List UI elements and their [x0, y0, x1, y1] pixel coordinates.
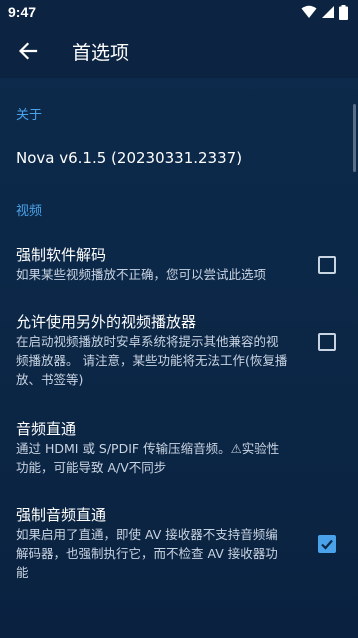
item-title: 音频直通: [16, 420, 77, 438]
force-audio-passthrough-item[interactable]: 强制音频直通 如果启用了直通，即使 AV 接收器不支持音频编解码器，也强制执行它…: [0, 505, 358, 582]
item-title: 允许使用另外的视频播放器: [16, 313, 197, 331]
allow-other-player-checkbox[interactable]: [318, 333, 336, 351]
section-header-about: 关于: [16, 108, 43, 123]
version-title: Nova v6.1.5 (20230331.2337): [16, 149, 243, 167]
item-summary: 如果某些视频播放不正确，您可以尝试此选项: [16, 267, 267, 282]
back-button[interactable]: [0, 24, 56, 78]
force-software-decoding-checkbox[interactable]: [318, 256, 336, 274]
signal-icon: [322, 6, 334, 18]
status-time: 9:47: [8, 4, 37, 20]
item-title: 强制软件解码: [16, 246, 107, 264]
item-summary: 在启动视频播放时安卓系统将提示其他兼容的视频播放器。 请注意，某些功能将无法工作…: [16, 334, 288, 387]
app-bar: 首选项: [0, 24, 358, 78]
wifi-icon: [301, 5, 317, 18]
item-summary: 如果启用了直通，即使 AV 接收器不支持音频编解码器，也强制执行它，而不检查 A…: [16, 527, 278, 580]
page-title: 首选项: [72, 41, 130, 64]
force-audio-passthrough-checkbox[interactable]: [318, 535, 336, 553]
section-header-video: 视频: [16, 204, 43, 219]
arrow-back-icon: [18, 42, 38, 60]
checkmark-icon: [321, 539, 333, 550]
force-software-decoding-item[interactable]: 强制软件解码 如果某些视频播放不正确，您可以尝试此选项: [0, 245, 358, 284]
battery-icon: [339, 4, 348, 20]
version-item[interactable]: Nova v6.1.5 (20230331.2337): [0, 148, 358, 168]
status-icons: [301, 4, 348, 20]
allow-other-player-item[interactable]: 允许使用另外的视频播放器 在启动视频播放时安卓系统将提示其他兼容的视频播放器。 …: [0, 312, 358, 389]
audio-passthrough-item[interactable]: 音频直通 通过 HDMI 或 S/PDIF 传输压缩音频。⚠实验性功能，可能导致…: [0, 419, 358, 477]
item-summary: 通过 HDMI 或 S/PDIF 传输压缩音频。⚠实验性功能，可能导致 A/V不…: [16, 441, 280, 475]
status-bar: 9:47: [0, 0, 358, 24]
item-title: 强制音频直通: [16, 506, 107, 524]
preferences-list[interactable]: 关于 Nova v6.1.5 (20230331.2337) 视频 强制软件解码…: [0, 104, 358, 582]
